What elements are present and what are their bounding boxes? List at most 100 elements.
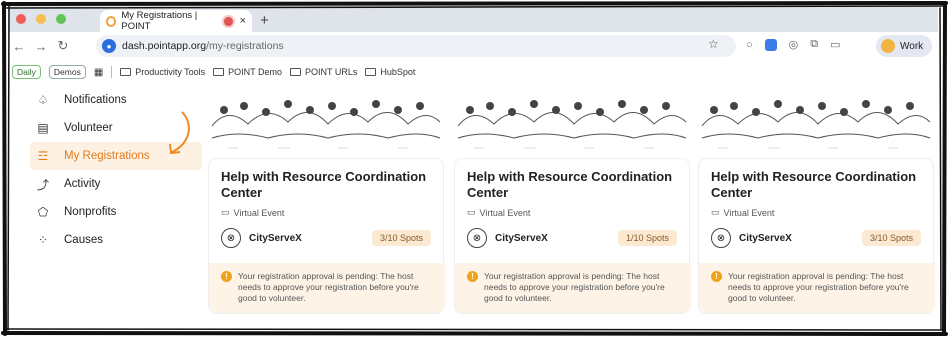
sidebar-item-label: Notifications: [64, 94, 127, 106]
event-type: ▭ Virtual Event: [467, 207, 677, 218]
new-tab-button[interactable]: +: [260, 12, 269, 29]
spots-badge: 1/10 Spots: [617, 230, 677, 246]
card-title[interactable]: Help with Resource Coordination Center: [221, 169, 431, 201]
volunteers-illustration: [698, 86, 934, 154]
window-controls: [16, 14, 66, 24]
volunteers-illustration: [454, 86, 690, 154]
warning-icon: !: [221, 271, 232, 282]
spots-badge: 3/10 Spots: [861, 230, 921, 246]
registrations-icon: ☲: [37, 149, 49, 163]
event-type: ▭ Virtual Event: [711, 207, 921, 218]
url-host: dash.pointapp.org: [122, 40, 207, 52]
sidebar-item-causes[interactable]: ⁘ Causes: [30, 226, 210, 254]
card-title[interactable]: Help with Resource Coordination Center: [711, 169, 921, 201]
close-window-button[interactable]: [16, 14, 26, 24]
annotation-arrow-icon: [169, 111, 190, 155]
notice-text: Your registration approval is pending: T…: [728, 271, 909, 303]
pending-notice: ! Your registration approval is pending:…: [699, 263, 935, 313]
extensions-area: ○ ◎ ⧉ ▭: [746, 38, 841, 51]
avatar: [881, 39, 895, 53]
bookmark-point-urls[interactable]: POINT URLs: [290, 67, 357, 77]
monitor-icon: ▭: [711, 207, 720, 217]
folder-icon: [120, 68, 132, 76]
bookmark-star-icon[interactable]: ☆: [708, 37, 719, 51]
extension-circle-icon[interactable]: ○: [746, 39, 753, 51]
org-logo-icon[interactable]: ⊗: [711, 228, 731, 248]
bookmark-separator: [111, 66, 113, 78]
bookmark-point-demo[interactable]: POINT Demo: [213, 67, 282, 77]
pending-notice: ! Your registration approval is pending:…: [209, 263, 445, 313]
maximize-window-button[interactable]: [56, 14, 66, 24]
org-name[interactable]: CityServeX: [495, 233, 610, 244]
card-body: Help with Resource Coordination Center ▭…: [698, 158, 935, 314]
notice-text: Your registration approval is pending: T…: [484, 271, 665, 303]
close-tab-icon[interactable]: ×: [240, 15, 246, 27]
sidepanel-icon[interactable]: ▭: [830, 38, 840, 51]
spots-badge: 3/10 Spots: [371, 230, 431, 246]
sidebar-item-label: Volunteer: [64, 122, 113, 134]
card-title[interactable]: Help with Resource Coordination Center: [467, 169, 677, 201]
bell-icon: ♤: [37, 93, 49, 107]
url-bar[interactable]: ● dash.pointapp.org/my-registrations: [96, 35, 736, 57]
sidebar-item-label: Nonprofits: [64, 206, 117, 218]
sidebar-item-label: Activity: [64, 178, 101, 190]
sidebar-item-label: My Registrations: [64, 150, 150, 162]
nonprofit-icon: ⬠: [37, 205, 49, 219]
card-body: Help with Resource Coordination Center ▭…: [208, 158, 445, 314]
organization-row: ⊗ CityServeX 3/10 Spots: [711, 228, 921, 248]
sidebar-item-nonprofits[interactable]: ⬠ Nonprofits: [30, 198, 210, 226]
registration-card[interactable]: Help with Resource Coordination Center ▭…: [208, 86, 445, 314]
folder-icon: [213, 68, 225, 76]
org-name[interactable]: CityServeX: [249, 233, 364, 244]
tab-bar: My Registrations | POINT × +: [8, 6, 938, 32]
registration-card[interactable]: Help with Resource Coordination Center ▭…: [698, 86, 935, 314]
profile-label: Work: [900, 40, 924, 52]
warning-icon: !: [711, 271, 722, 282]
organization-row: ⊗ CityServeX 3/10 Spots: [221, 228, 431, 248]
extensions-puzzle-icon[interactable]: ⧉: [810, 38, 818, 51]
warning-icon: !: [467, 271, 478, 282]
back-icon[interactable]: ←: [8, 39, 30, 54]
bookmark-productivity-tools[interactable]: Productivity Tools: [120, 67, 205, 77]
bookmark-hubspot[interactable]: HubSpot: [365, 67, 415, 77]
apps-grid-icon[interactable]: ▦: [94, 67, 103, 78]
org-logo-icon[interactable]: ⊗: [221, 228, 241, 248]
pending-notice: ! Your registration approval is pending:…: [455, 263, 691, 313]
point-favicon-icon: [106, 15, 117, 27]
event-type-label: Virtual Event: [479, 207, 531, 218]
event-type: ▭ Virtual Event: [221, 207, 431, 218]
calendar-icon: ▤: [37, 121, 49, 135]
notice-text: Your registration approval is pending: T…: [238, 271, 419, 303]
bookmark-chip-demos[interactable]: Demos: [48, 65, 86, 79]
card-body: Help with Resource Coordination Center ▭…: [454, 158, 691, 314]
volunteers-illustration: [208, 86, 444, 154]
event-type-label: Virtual Event: [233, 207, 285, 218]
sidebar-item-activity[interactable]: ⤴ Activity: [30, 170, 210, 198]
tab-title: My Registrations | POINT: [121, 10, 198, 32]
folder-icon: [290, 68, 302, 76]
organization-row: ⊗ CityServeX 1/10 Spots: [467, 228, 677, 248]
org-name[interactable]: CityServeX: [739, 233, 854, 244]
site-info-icon[interactable]: ●: [102, 39, 116, 53]
address-bar-row: ← → ↻ ● dash.pointapp.org/my-registratio…: [8, 32, 938, 60]
recording-icon: [224, 16, 233, 26]
forward-icon[interactable]: →: [30, 39, 52, 54]
monitor-icon: ▭: [221, 207, 230, 217]
bookmarks-bar: Daily Demos ▦ Productivity Tools POINT D…: [8, 62, 938, 82]
causes-icon: ⁘: [37, 233, 49, 247]
monitor-icon: ▭: [467, 207, 476, 217]
folder-icon: [365, 68, 377, 76]
sidebar-item-label: Causes: [64, 234, 103, 246]
org-logo-icon[interactable]: ⊗: [467, 228, 487, 248]
activity-icon: ⤴: [36, 177, 49, 192]
browser-tab[interactable]: My Registrations | POINT ×: [100, 10, 252, 32]
url-path: /my-registrations: [206, 40, 284, 52]
profile-button[interactable]: Work: [876, 35, 932, 57]
extension-blue-icon[interactable]: [764, 38, 777, 51]
event-type-label: Virtual Event: [723, 207, 775, 218]
minimize-window-button[interactable]: [36, 14, 46, 24]
bookmark-chip-daily[interactable]: Daily: [12, 65, 41, 79]
registration-card[interactable]: Help with Resource Coordination Center ▭…: [454, 86, 691, 314]
extension-camera-icon[interactable]: ◎: [789, 38, 799, 51]
reload-icon[interactable]: ↻: [52, 38, 74, 54]
